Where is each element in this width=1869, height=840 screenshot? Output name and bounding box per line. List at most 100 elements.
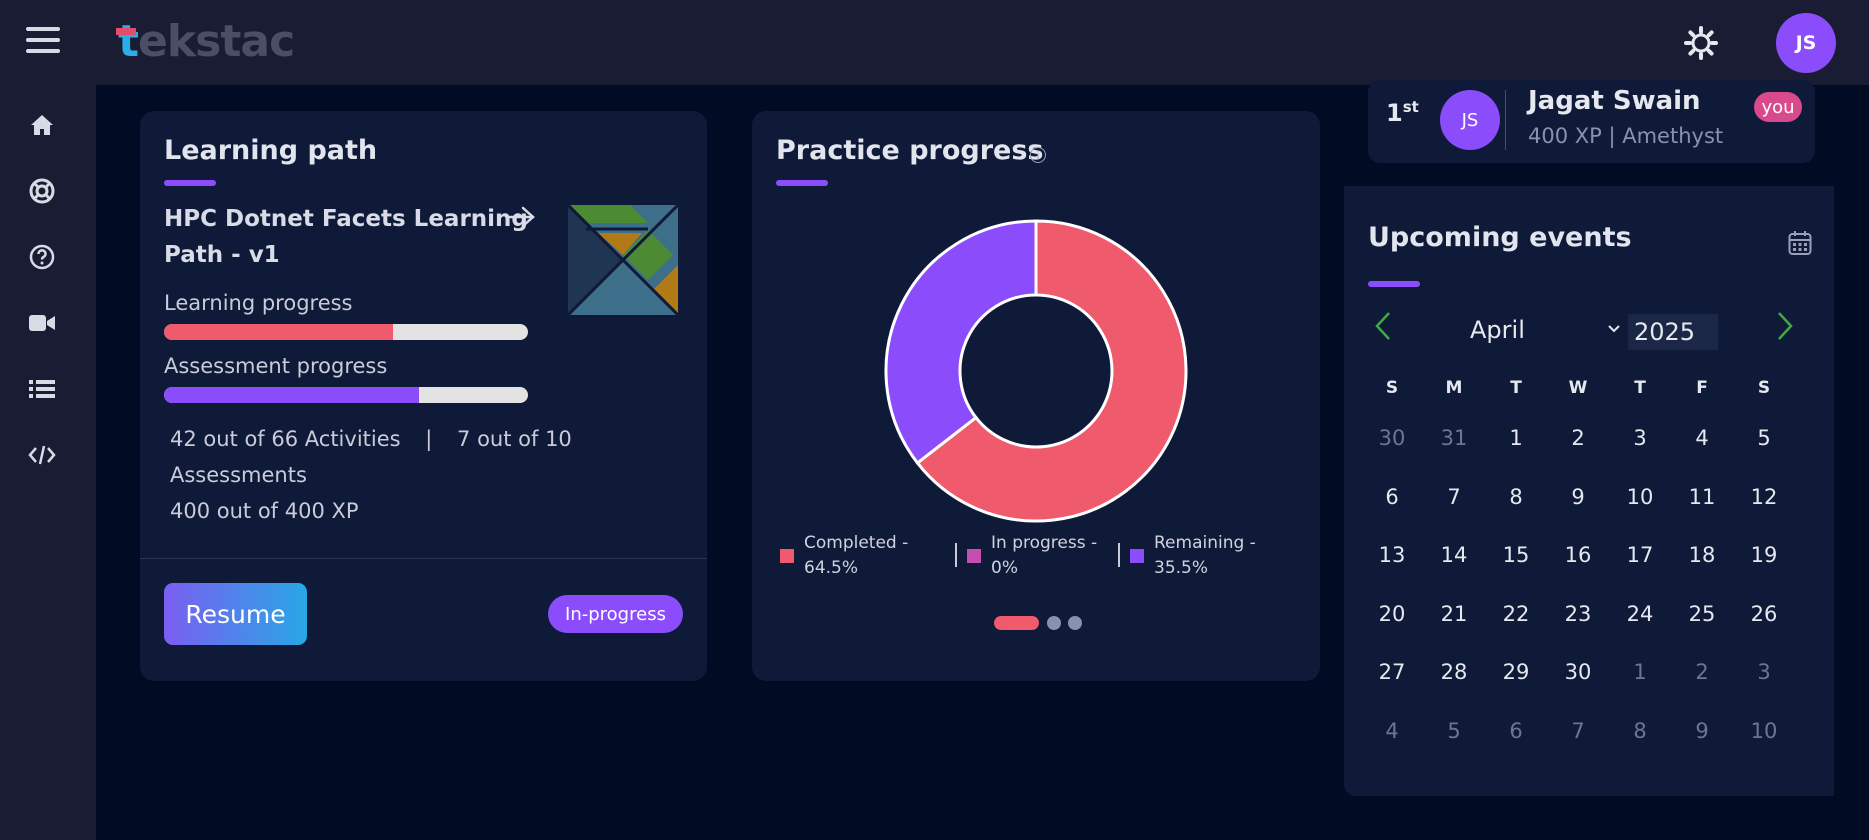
legend-label: Remaining - 35.5% <box>1154 533 1256 578</box>
legend-swatch <box>780 549 794 563</box>
resume-button[interactable]: Resume <box>164 583 307 645</box>
calendar-day[interactable]: 7 <box>1424 485 1484 509</box>
calendar-day[interactable]: 4 <box>1362 719 1422 743</box>
practice-progress-card: Practice progress i Completed - 64.5% In … <box>752 111 1320 681</box>
calendar-day[interactable]: 5 <box>1734 426 1794 450</box>
calendar-day[interactable]: 24 <box>1610 602 1670 626</box>
calendar-day[interactable]: 12 <box>1734 485 1794 509</box>
title-underline <box>164 180 216 186</box>
calendar-day[interactable]: 2 <box>1672 660 1732 684</box>
sidebar <box>0 85 96 840</box>
user-avatar[interactable]: JS <box>1776 13 1836 73</box>
help-circle-icon[interactable] <box>28 243 56 271</box>
tekstac-logo[interactable]: tekstac <box>118 16 295 67</box>
card-title: Learning path <box>164 135 378 166</box>
calendar-day[interactable]: 6 <box>1362 485 1422 509</box>
calendar-day[interactable]: 25 <box>1672 602 1732 626</box>
calendar-day[interactable]: 4 <box>1672 426 1732 450</box>
video-icon[interactable] <box>28 309 56 337</box>
calendar-day[interactable]: 13 <box>1362 543 1422 567</box>
calendar-day[interactable]: 10 <box>1734 719 1794 743</box>
calendar-day[interactable]: 8 <box>1486 485 1546 509</box>
calendar-day[interactable]: 9 <box>1548 485 1608 509</box>
calendar-day[interactable]: 15 <box>1486 543 1546 567</box>
calendar-day[interactable]: 5 <box>1424 719 1484 743</box>
divider <box>1505 90 1506 150</box>
legend-label: In progress - 0% <box>991 533 1098 578</box>
calendar-day[interactable]: 2 <box>1548 426 1608 450</box>
calendar-day[interactable]: 30 <box>1548 660 1608 684</box>
chevron-left-icon[interactable] <box>1374 310 1392 342</box>
calendar-icon[interactable] <box>1788 230 1812 256</box>
calendar-day[interactable]: 29 <box>1486 660 1546 684</box>
lifebuoy-icon[interactable] <box>28 177 56 205</box>
carousel-dot <box>1068 616 1082 630</box>
calendar-day[interactable]: 1 <box>1610 660 1670 684</box>
calendar-day[interactable]: 27 <box>1362 660 1422 684</box>
rank-position: 1st <box>1386 98 1419 127</box>
user-name: Jagat Swain <box>1528 86 1701 116</box>
arrow-right-icon[interactable] <box>508 205 536 229</box>
weekday-header: F <box>1696 378 1708 398</box>
legend-swatch <box>967 549 981 563</box>
card-title: Upcoming events <box>1368 222 1632 253</box>
card-title: Practice progress <box>776 135 1044 166</box>
user-xp: 400 XP | Amethyst <box>1528 124 1724 148</box>
calendar-day[interactable]: 22 <box>1486 602 1546 626</box>
calendar-day[interactable]: 20 <box>1362 602 1422 626</box>
assessment-progress-bar <box>164 387 528 403</box>
calendar-day[interactable]: 14 <box>1424 543 1484 567</box>
calendar-day[interactable]: 10 <box>1610 485 1670 509</box>
calendar-day[interactable]: 3 <box>1610 426 1670 450</box>
home-icon[interactable] <box>28 111 56 139</box>
calendar-day[interactable]: 9 <box>1672 719 1732 743</box>
calendar-day[interactable]: 18 <box>1672 543 1732 567</box>
donut-slice-remaining[interactable] <box>884 219 1038 466</box>
weekday-header: T <box>1634 378 1646 398</box>
title-underline <box>1368 281 1420 287</box>
code-icon[interactable] <box>28 441 56 469</box>
xp-stats: 400 out of 400 XP <box>170 499 359 523</box>
chevron-down-icon[interactable] <box>1607 324 1621 334</box>
calendar-day[interactable]: 11 <box>1672 485 1732 509</box>
donut-chart <box>884 219 1188 523</box>
calendar-day[interactable]: 7 <box>1548 719 1608 743</box>
legend-swatch <box>1130 549 1144 563</box>
weekday-header: W <box>1568 378 1588 398</box>
activities-stats: 42 out of 66 Activities | 7 out of 10 As… <box>170 421 707 493</box>
calendar-day[interactable]: 21 <box>1424 602 1484 626</box>
title-underline <box>776 180 828 186</box>
calendar-day[interactable]: 28 <box>1424 660 1484 684</box>
hamburger-menu-icon[interactable] <box>26 27 60 55</box>
chevron-right-icon[interactable] <box>1776 310 1794 342</box>
learning-path-card: Learning path HPC Dotnet Facets Learning… <box>140 111 707 681</box>
calendar-day[interactable]: 31 <box>1424 426 1484 450</box>
weekday-header: M <box>1445 378 1463 398</box>
settings-gear-icon[interactable] <box>1683 25 1719 61</box>
month-select[interactable]: April <box>1470 316 1525 344</box>
calendar-day[interactable]: 30 <box>1362 426 1422 450</box>
calendar-day[interactable]: 23 <box>1548 602 1608 626</box>
calendar-day[interactable]: 26 <box>1734 602 1794 626</box>
top-bar: tekstac JS <box>0 0 1869 85</box>
legend-separator <box>955 543 957 567</box>
list-icon[interactable] <box>28 375 56 403</box>
status-badge: In-progress <box>548 595 683 633</box>
weekday-header: T <box>1510 378 1522 398</box>
calendar-day[interactable]: 8 <box>1610 719 1670 743</box>
learning-progress-label: Learning progress <box>164 291 353 315</box>
calendar-day[interactable]: 3 <box>1734 660 1794 684</box>
carousel-dots <box>994 616 1082 630</box>
calendar-day[interactable]: 17 <box>1610 543 1670 567</box>
calendar-day[interactable]: 16 <box>1548 543 1608 567</box>
calendar-day[interactable]: 6 <box>1486 719 1546 743</box>
legend-separator <box>1118 543 1120 567</box>
weekday-header: S <box>1757 378 1771 398</box>
calendar-day[interactable]: 19 <box>1734 543 1794 567</box>
card-divider <box>140 558 707 559</box>
year-input[interactable]: 2025 <box>1628 314 1718 350</box>
course-thumbnail <box>568 205 678 315</box>
info-icon[interactable]: i <box>1030 147 1046 163</box>
learning-path-name[interactable]: HPC Dotnet Facets Learning Path - v1 <box>164 201 564 273</box>
calendar-day[interactable]: 1 <box>1486 426 1546 450</box>
